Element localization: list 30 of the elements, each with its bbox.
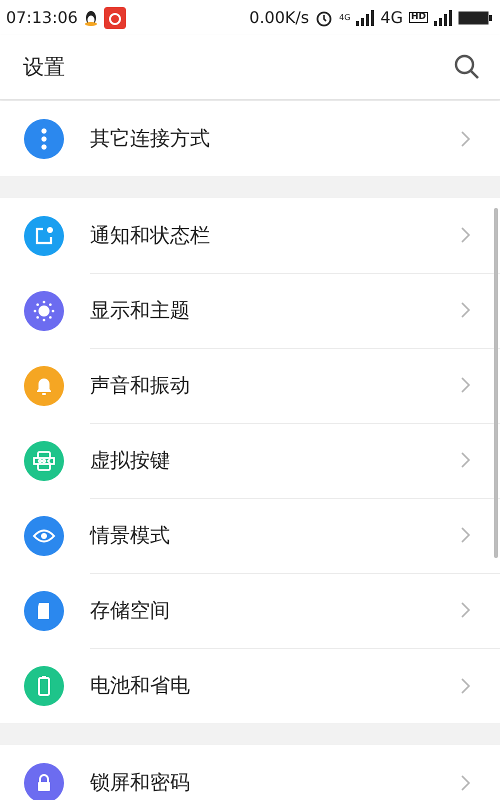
signal-icon	[356, 10, 374, 26]
alarm-icon	[315, 8, 334, 26]
chevron-icon	[461, 774, 470, 790]
page-title: 设置	[23, 54, 65, 81]
network-type-label: 4G	[339, 14, 350, 22]
settings-item[interactable]: 虚拟按键	[90, 446, 170, 474]
chevron-icon	[461, 302, 470, 318]
clock-time: 07:13:06	[6, 8, 78, 27]
music-app-icon	[104, 6, 126, 28]
settings-item[interactable]: 情景模式	[90, 522, 170, 548]
chevron-icon	[461, 452, 470, 468]
settings-item[interactable]: 通知和状态栏	[90, 222, 210, 248]
chevron-icon	[461, 678, 470, 694]
signal-icon	[434, 10, 452, 26]
settings-item[interactable]: 电池和省电	[90, 672, 190, 699]
settings-item[interactable]: 锁屏和密码	[90, 769, 190, 796]
chevron-icon	[461, 377, 470, 393]
settings-item[interactable]: 声音和振动	[90, 372, 190, 398]
network-speed: 0.00K/s	[249, 8, 310, 27]
settings-item[interactable]: 其它连接方式	[90, 125, 210, 152]
battery-status-icon	[458, 10, 492, 24]
chevron-icon	[461, 602, 470, 618]
search-icon[interactable]	[454, 54, 480, 80]
chevron-icon	[461, 130, 470, 146]
chevron-icon	[461, 527, 470, 543]
penguin-icon	[84, 8, 98, 26]
settings-item[interactable]: 存储空间	[90, 596, 170, 624]
chevron-icon	[461, 227, 470, 243]
network-type-label: 4G	[380, 8, 403, 27]
settings-item[interactable]: 显示和主题	[90, 296, 190, 324]
